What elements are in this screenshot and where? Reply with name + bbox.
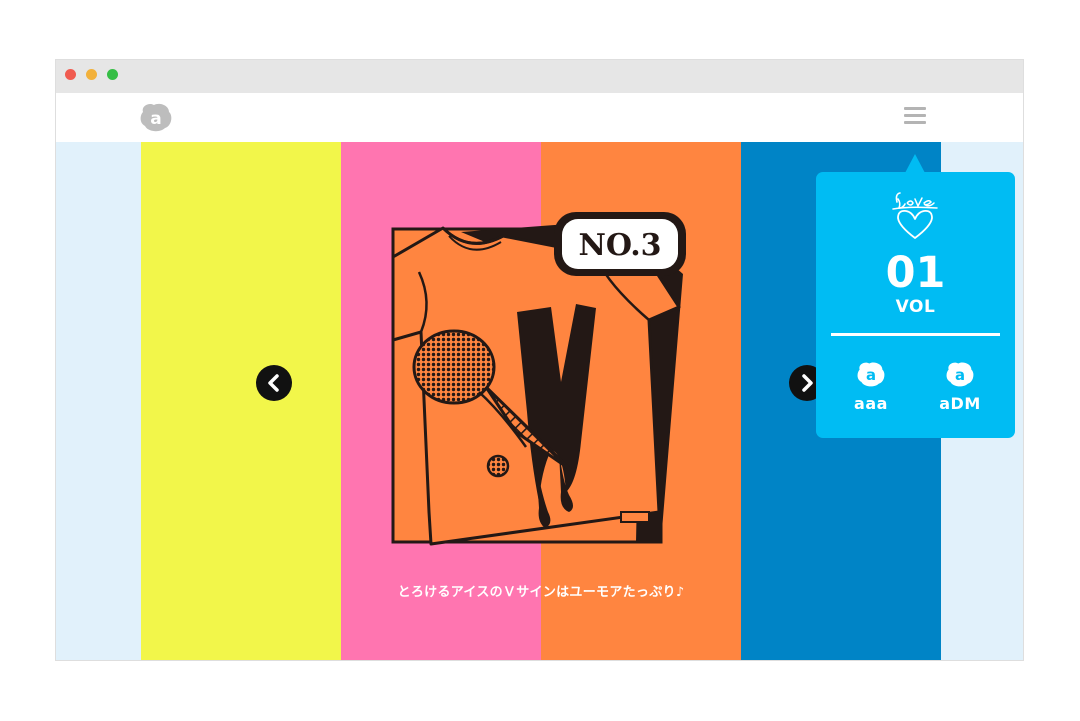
site-link-label: aaa — [854, 394, 888, 413]
site-header: a — [56, 93, 1023, 142]
site-link-adm[interactable]: a aDM — [925, 358, 995, 418]
menu-popup: 01 VOL a aaa a aDM — [816, 172, 1015, 438]
color-stripe-yellow — [141, 142, 341, 660]
site-link-label: aDM — [939, 394, 981, 413]
a-logo-icon[interactable]: a — [139, 101, 173, 133]
popup-divider — [831, 333, 1000, 336]
love-heart-icon — [892, 192, 938, 239]
maximize-window-button[interactable] — [107, 69, 118, 80]
minimize-window-button[interactable] — [86, 69, 97, 80]
slider-prev-button[interactable] — [256, 365, 292, 401]
menu-popup-pointer — [905, 154, 925, 173]
hamburger-menu-icon[interactable] — [904, 107, 926, 125]
tshirt-illustration: NO.3 — [391, 212, 686, 546]
a-logo-icon: a — [857, 362, 885, 387]
vol-number: 01 — [885, 248, 946, 298]
browser-window: a NO.3 とろけるアイスのＶサインはユーモアたっぷり♪ 01 VOL a a… — [55, 59, 1024, 661]
a-logo-icon: a — [946, 362, 974, 387]
chevron-left-icon — [268, 374, 279, 392]
svg-text:a: a — [150, 109, 161, 129]
svg-text:a: a — [866, 366, 876, 384]
slide-caption: とろけるアイスのＶサインはユーモアたっぷり♪ — [397, 585, 685, 600]
browser-titlebar — [56, 60, 1023, 93]
vol-label: VOL — [895, 297, 936, 317]
close-window-button[interactable] — [65, 69, 76, 80]
site-link-aaa[interactable]: a aaa — [836, 358, 906, 418]
svg-text:a: a — [955, 366, 965, 384]
no3-badge-text: NO.3 — [578, 228, 661, 263]
